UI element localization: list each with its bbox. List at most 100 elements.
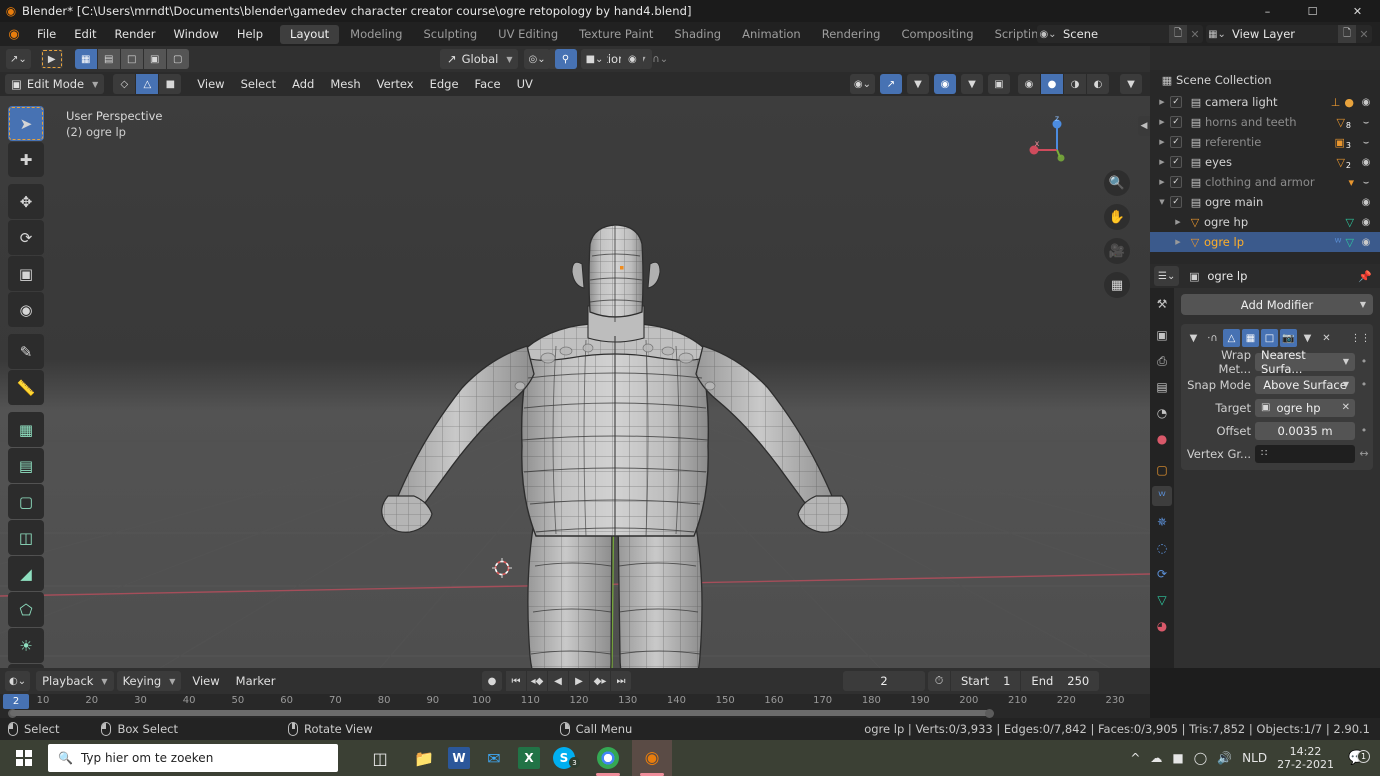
eye-visible-icon[interactable]: ◉ [1358, 197, 1374, 208]
collection-checkbox[interactable]: ✓ [1170, 136, 1182, 148]
auto-keyframe-timer-icon[interactable]: ⏱ [928, 671, 950, 691]
select-intersect-icon[interactable]: ▢ [166, 49, 189, 69]
pivot-point-icon[interactable]: ◎⌄ [524, 49, 550, 69]
overlay-options-chevron-icon[interactable]: ▼ [961, 74, 983, 94]
wireframe-shading-icon[interactable]: ◉ [1018, 74, 1040, 94]
viewlayer-selector[interactable]: ▦⌄ View Layer 🗋 ✕ [1206, 25, 1372, 43]
timeline-editor-type-icon[interactable]: ◐⌄ [5, 671, 31, 691]
playback-dropdown[interactable]: Playback ▼ [36, 671, 114, 691]
drag-handle-icon[interactable]: ⋮⋮ [1351, 329, 1371, 347]
clear-target-icon[interactable]: ✕ [1342, 402, 1350, 413]
play-icon[interactable]: ▶ [569, 671, 589, 691]
tab-sculpting[interactable]: Sculpting [413, 25, 487, 44]
properties-tab-world[interactable]: ● [1152, 429, 1172, 449]
tool-annotate-icon[interactable]: ✎ [8, 334, 44, 369]
timeline-scrollbar[interactable] [10, 710, 990, 716]
blender-taskbar-icon[interactable]: ◉ [632, 740, 672, 776]
modifier-row-control-dropdown[interactable]: Nearest Surfa... ▼ [1255, 348, 1355, 376]
language-indicator[interactable]: NLD [1242, 751, 1267, 765]
blender-logo-icon[interactable]: ◉ [0, 27, 28, 42]
outliner-row-horns-and-teeth[interactable]: ▶ ✓ ▤ horns and teeth ▽ 8 ⌣ [1150, 112, 1380, 132]
skype-icon[interactable]: S 3 [544, 740, 584, 776]
task-view-icon[interactable]: ◫ [360, 740, 400, 776]
timeline-track[interactable]: 10 20 30 40 50 60 70 80 90 100 110 120 130 140 150 160 1… [0, 694, 1150, 718]
tool-spin-icon[interactable]: ☀ [8, 628, 44, 663]
disclosure-triangle-closed-icon[interactable]: ▶ [1154, 178, 1170, 186]
menu-help[interactable]: Help [228, 22, 272, 46]
tray-expand-icon[interactable]: ^ [1130, 751, 1140, 765]
play-reverse-icon[interactable]: ◀ [548, 671, 568, 691]
remove-scene-button[interactable]: ✕ [1187, 28, 1203, 41]
notification-center-icon[interactable]: 💬 1 [1344, 750, 1370, 766]
viewport-menu-vertex[interactable]: Vertex [369, 72, 422, 96]
tab-texture-paint[interactable]: Texture Paint [569, 25, 663, 44]
volume-icon[interactable]: 🔊 [1217, 751, 1232, 765]
pin-icon[interactable]: 📌 [1358, 270, 1376, 283]
falloff-curve-icon[interactable]: ∩⌄ [648, 49, 672, 69]
properties-tab-modifier[interactable]: ᵂ [1152, 486, 1172, 506]
outliner-row-ogre-lp[interactable]: ▶ ▽ ogre lp ᵂ ▽ ◉ [1150, 232, 1380, 252]
tool-transform-icon[interactable]: ◉ [8, 292, 44, 327]
mode-selector-dropdown[interactable]: ▣ Edit Mode ▼ [5, 74, 105, 94]
eye-hidden-icon[interactable]: ⌣ [1358, 177, 1374, 188]
edit-mode-display-icon[interactable]: ▦ [1242, 329, 1259, 347]
previous-keyframe-icon[interactable]: ◂◆ [527, 671, 547, 691]
face-select-mode-icon[interactable]: ■ [159, 74, 182, 94]
timeline-playhead[interactable]: 2 [3, 694, 29, 709]
tool-knife-icon[interactable]: ◢ [8, 556, 44, 591]
collection-checkbox[interactable]: ✓ [1170, 156, 1182, 168]
show-gizmo-icon[interactable]: ↗ [880, 74, 902, 94]
tab-compositing[interactable]: Compositing [891, 25, 983, 44]
timeline-menu-marker[interactable]: Marker [228, 669, 284, 693]
viewport-menu-uv[interactable]: UV [509, 72, 541, 96]
tab-rendering[interactable]: Rendering [812, 25, 891, 44]
record-keyframes-icon[interactable]: ● [482, 671, 502, 691]
close-button[interactable]: ✕ [1335, 0, 1380, 22]
add-modifier-button[interactable]: Add Modifier ▼ [1181, 294, 1373, 315]
chrome-icon[interactable] [588, 740, 628, 776]
properties-tab-physics[interactable]: ◌ [1152, 538, 1172, 558]
properties-tab-view-layer[interactable]: ▤ [1152, 377, 1172, 397]
tab-uv-editing[interactable]: UV Editing [488, 25, 568, 44]
properties-editor-type-icon[interactable]: ☰⌄ [1154, 266, 1180, 286]
start-button[interactable] [0, 740, 48, 776]
eye-hidden-icon[interactable]: ⌣ [1358, 137, 1374, 148]
scene-selector[interactable]: ◉⌄ Scene 🗋 ✕ [1037, 25, 1203, 43]
timeline-scroll-right-handle[interactable] [985, 709, 994, 718]
hand-pan-icon[interactable]: ✋ [1104, 204, 1130, 230]
navigation-axis-gizmo[interactable]: z x [1026, 110, 1088, 172]
tool-bevel-icon[interactable]: ▢ [8, 484, 44, 519]
edge-select-mode-icon[interactable]: △ [136, 74, 159, 94]
menu-window[interactable]: Window [164, 22, 227, 46]
tool-tweak-select-icon[interactable]: ➤ [8, 106, 44, 141]
solid-shading-icon[interactable]: ● [1041, 74, 1063, 94]
outliner-row-referentie[interactable]: ▶ ✓ ▤ referentie ▣ 3 ⌣ [1150, 132, 1380, 152]
outliner-row-clothing-and-armor[interactable]: ▶ ✓ ▤ clothing and armor ▾ ⌣ [1150, 172, 1380, 192]
collection-checkbox[interactable]: ✓ [1170, 176, 1182, 188]
keying-dropdown[interactable]: Keying ▼ [116, 671, 182, 691]
invert-vertex-group-icon[interactable]: ↔ [1359, 447, 1369, 460]
tab-layout[interactable]: Layout [280, 24, 340, 44]
open-sidebar-arrow-icon[interactable]: ◀ [1138, 116, 1150, 136]
tab-modeling[interactable]: Modeling [340, 25, 412, 44]
end-frame-field[interactable]: End 250 [1021, 671, 1100, 691]
select-set-icon[interactable]: ▦ [74, 49, 97, 69]
mail-icon[interactable]: ✉ [474, 740, 514, 776]
modifier-extras-chevron-icon[interactable]: ▼ [1299, 329, 1316, 347]
render-display-icon[interactable]: 📷 [1280, 329, 1297, 347]
active-tool-icon[interactable]: ↗⌄ [6, 49, 31, 69]
show-on-cage-icon[interactable]: △ [1223, 329, 1240, 347]
eye-visible-icon[interactable]: ◉ [1358, 217, 1374, 228]
collection-checkbox[interactable]: ✓ [1170, 96, 1182, 108]
modifier-row-control-vgroup[interactable]: ∷ [1255, 444, 1355, 463]
modifier-row-control-dropdown[interactable]: Above Surface ▼ [1255, 375, 1355, 394]
outliner-row-eyes[interactable]: ▶ ✓ ▤ eyes ▽ 2 ◉ [1150, 152, 1380, 172]
eye-visible-icon[interactable]: ◉ [1358, 237, 1374, 248]
disclosure-triangle-closed-icon[interactable]: ▶ [1170, 238, 1186, 246]
toggle-perspective-icon[interactable]: ▦ [1104, 272, 1130, 298]
tab-animation[interactable]: Animation [732, 25, 811, 44]
tool-poly-build-icon[interactable]: ⬠ [8, 592, 44, 627]
current-frame-field[interactable]: 2 [843, 671, 925, 691]
battery-icon[interactable]: ■ [1172, 751, 1183, 765]
menu-edit[interactable]: Edit [65, 22, 105, 46]
